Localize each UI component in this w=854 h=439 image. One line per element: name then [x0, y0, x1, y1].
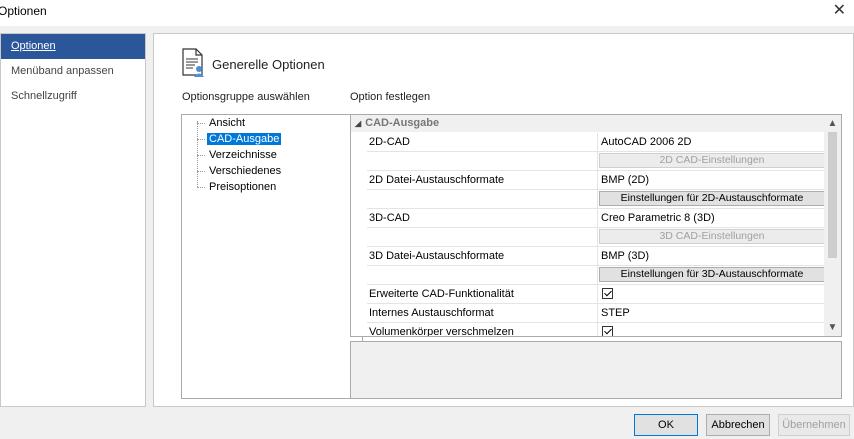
- 2d-cad-settings-button[interactable]: 2D CAD-Einstellungen: [599, 153, 825, 168]
- grid-row-name: Volumenkörper verschmelzen: [367, 323, 598, 336]
- grid-row-3d-cad-settings: 3D CAD-Einstellungen: [367, 228, 825, 247]
- close-icon[interactable]: ✕: [833, 2, 846, 20]
- 2d-exchange-settings-button[interactable]: Einstellungen für 2D-Austauschformate: [599, 191, 825, 206]
- main-panel: Generelle Optionen Optionsgruppe auswähl…: [153, 33, 854, 407]
- grid-row-3d-exchange-settings: Einstellungen für 3D-Austauschformate: [367, 266, 825, 285]
- property-grid: ◢ CAD-Ausgabe 2D-CAD AutoCAD 2006 2D 2D C…: [350, 114, 842, 337]
- grid-row-2d-exchange[interactable]: 2D Datei-Austauschformate BMP (2D): [367, 171, 825, 190]
- grid-row-name: [367, 228, 598, 246]
- option-group-label: Optionsgruppe auswählen: [182, 91, 310, 103]
- grid-row-name: 3D Datei-Austauschformate: [367, 247, 598, 265]
- grid-row-value[interactable]: STEP: [599, 304, 827, 322]
- ok-button[interactable]: OK: [634, 414, 698, 436]
- tree-item-label[interactable]: Verzeichnisse: [207, 149, 279, 161]
- grid-row-internal-format[interactable]: Internes Austauschformat STEP: [367, 304, 825, 323]
- grid-row-value[interactable]: BMP (3D): [599, 247, 827, 265]
- grid-row-name: [367, 190, 598, 208]
- extended-cad-checkbox[interactable]: [602, 288, 613, 299]
- 3d-cad-settings-button[interactable]: 3D CAD-Einstellungen: [599, 229, 825, 244]
- tree-item-cad-ausgabe[interactable]: CAD-Ausgabe: [182, 131, 362, 147]
- sidebar-item-menueband-anpassen[interactable]: Menüband anpassen: [1, 59, 145, 84]
- grid-row-3d-cad[interactable]: 3D-CAD Creo Parametric 8 (3D): [367, 209, 825, 228]
- grid-row-name: 2D-CAD: [367, 133, 598, 151]
- page-title: Generelle Optionen: [212, 57, 325, 72]
- grid-row-name: 3D-CAD: [367, 209, 598, 227]
- tree-item-label[interactable]: CAD-Ausgabe: [207, 133, 282, 145]
- grid-row-extended-cad[interactable]: Erweiterte CAD-Funktionalität: [367, 285, 825, 304]
- grid-row-value[interactable]: [599, 323, 827, 336]
- grid-row-value[interactable]: AutoCAD 2006 2D: [599, 133, 827, 151]
- scroll-up-icon[interactable]: ▲: [824, 115, 841, 132]
- tree-item-verzeichnisse[interactable]: Verzeichnisse: [182, 147, 362, 163]
- grid-category-header[interactable]: ◢ CAD-Ausgabe: [351, 115, 841, 132]
- sidebar-item-schnellzugriff[interactable]: Schnellzugriff: [1, 84, 145, 109]
- option-set-label: Option festlegen: [350, 91, 431, 103]
- option-group-tree: Ansicht CAD-Ausgabe Verzeichnisse Versch…: [181, 114, 363, 399]
- options-document-icon: [182, 48, 204, 77]
- tree-item-label[interactable]: Verschiedenes: [207, 165, 283, 177]
- tree-item-verschiedenes[interactable]: Verschiedenes: [182, 163, 362, 179]
- grid-row-name: Internes Austauschformat: [367, 304, 598, 322]
- grid-row-merge-solids[interactable]: Volumenkörper verschmelzen: [367, 323, 827, 336]
- grid-row-2d-cad-settings: 2D CAD-Einstellungen: [367, 152, 825, 171]
- title-bar: Optionen ✕: [0, 0, 854, 26]
- grid-row-2d-exchange-settings: Einstellungen für 2D-Austauschformate: [367, 190, 825, 209]
- collapse-triangle-icon[interactable]: ◢: [355, 119, 361, 128]
- option-description-box: [350, 341, 842, 399]
- sidebar-item-optionen[interactable]: Optionen: [1, 34, 145, 59]
- tree-item-ansicht[interactable]: Ansicht: [182, 115, 362, 131]
- scroll-down-icon[interactable]: ▼: [824, 319, 841, 336]
- grid-row-name: [367, 152, 598, 170]
- cancel-button[interactable]: Abbrechen: [706, 414, 770, 436]
- grid-row-name: [367, 266, 598, 284]
- scrollbar-thumb[interactable]: [828, 132, 837, 258]
- grid-row-value[interactable]: Creo Parametric 8 (3D): [599, 209, 827, 227]
- grid-scrollbar[interactable]: ▲ ▼: [824, 115, 841, 336]
- grid-row-2d-cad[interactable]: 2D-CAD AutoCAD 2006 2D: [367, 133, 825, 152]
- grid-row-name: 2D Datei-Austauschformate: [367, 171, 598, 189]
- sidebar: Optionen Menüband anpassen Schnellzugrif…: [0, 33, 146, 407]
- window-title: Optionen: [0, 4, 47, 18]
- tree-item-label[interactable]: Ansicht: [207, 117, 247, 129]
- grid-row-3d-exchange[interactable]: 3D Datei-Austauschformate BMP (3D): [367, 247, 825, 266]
- tree-item-label[interactable]: Preisoptionen: [207, 181, 278, 193]
- grid-category-label: CAD-Ausgabe: [365, 117, 440, 129]
- 3d-exchange-settings-button[interactable]: Einstellungen für 3D-Austauschformate: [599, 267, 825, 282]
- merge-solids-checkbox[interactable]: [602, 326, 613, 336]
- apply-button[interactable]: Übernehmen: [778, 414, 850, 436]
- tree-item-preisoptionen[interactable]: Preisoptionen: [182, 179, 362, 195]
- grid-row-value[interactable]: [599, 285, 827, 303]
- grid-row-value[interactable]: BMP (2D): [599, 171, 827, 189]
- grid-row-name: Erweiterte CAD-Funktionalität: [367, 285, 598, 303]
